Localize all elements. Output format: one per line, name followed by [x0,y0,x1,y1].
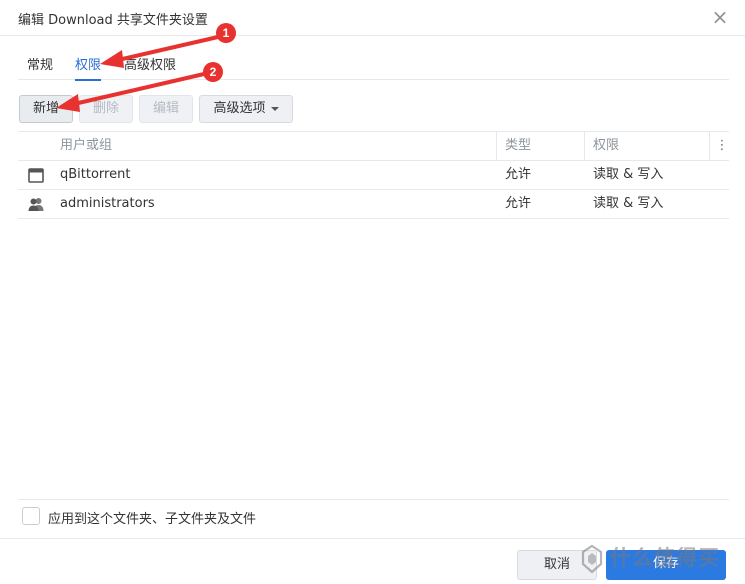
edit-button[interactable]: 编辑 [139,95,193,123]
table-header: 用户或组 类型 权限 ⋮ [18,131,729,161]
table-row[interactable]: administrators 允许 读取 & 写入 [18,190,729,219]
column-header-permission[interactable]: 权限 [593,132,619,160]
column-divider [496,132,497,160]
row-type: 允许 [505,167,532,182]
user-group-icon [28,198,44,211]
apply-to-subfolders-label[interactable]: 应用到这个文件夹、子文件夹及文件 [48,508,256,527]
tab-permissions[interactable]: 权限 [75,54,102,81]
delete-button[interactable]: 删除 [79,95,133,123]
row-permission: 读取 & 写入 [593,196,664,211]
annotation-badge-2: 2 [203,62,223,82]
row-permission: 读取 & 写入 [593,167,664,182]
tab-general[interactable]: 常规 [27,54,53,80]
app-window-icon [28,168,44,183]
apply-to-subfolders-checkbox[interactable] [22,507,40,525]
advanced-options-dropdown[interactable]: 高级选项 [199,95,293,123]
column-header-user-or-group[interactable]: 用户或组 [60,132,112,160]
row-type: 允许 [505,196,532,211]
table-row[interactable]: qBittorrent 允许 读取 & 写入 [18,161,729,190]
watermark-logo-icon [581,544,603,574]
annotation-arrows [56,35,220,112]
column-header-type[interactable]: 类型 [505,132,531,160]
advanced-options-label: 高级选项 [213,101,266,116]
tab-advanced-permissions[interactable]: 高级权限 [124,54,176,80]
tab-bar: 常规 权限 高级权限 [18,50,729,81]
dialog-titlebar: 编辑 Download 共享文件夹设置 × [0,0,745,36]
permissions-table: 用户或组 类型 权限 ⋮ qBittorrent 允许 读取 & 写入 admi… [18,131,729,219]
column-divider [709,132,710,160]
annotation-badge-1: 1 [216,23,236,43]
close-icon[interactable]: × [709,6,731,28]
shared-folder-edit-dialog: 编辑 Download 共享文件夹设置 × 常规 权限 高级权限 新增 删除 编… [0,0,745,584]
row-name: administrators [60,196,155,211]
watermark-text: 什么值得买 [610,546,720,570]
caret-down-icon [270,106,279,111]
add-button[interactable]: 新增 [19,95,73,123]
apply-divider [18,499,729,500]
row-name: qBittorrent [60,167,131,182]
column-divider [584,132,585,160]
dialog-title: 编辑 Download 共享文件夹设置 [18,13,208,28]
column-menu-icon[interactable]: ⋮ [715,132,729,160]
